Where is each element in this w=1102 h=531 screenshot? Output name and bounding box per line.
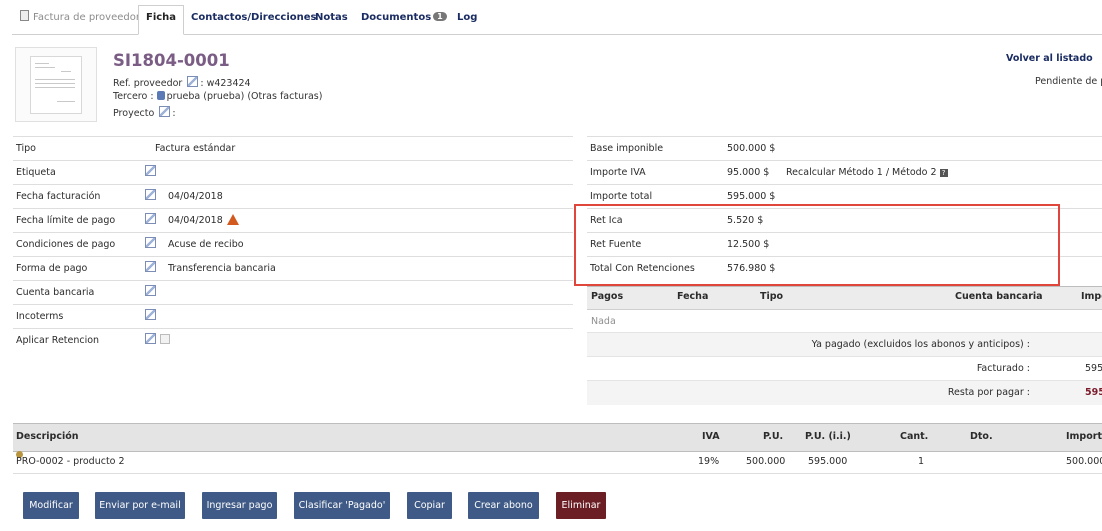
edit-icon[interactable] — [145, 237, 156, 248]
tab-contactos[interactable]: Contactos/Direcciones — [191, 6, 317, 32]
tab-factura-proveedor[interactable]: Factura de proveedor — [20, 6, 140, 32]
tab-log[interactable]: Log — [457, 6, 477, 32]
ref-proveedor: Ref. proveedor : w423424 — [113, 76, 251, 89]
edit-icon[interactable] — [145, 261, 156, 272]
tab-notas[interactable]: Notas — [315, 6, 348, 32]
field-row-tipo: Tipo Factura estándar — [13, 136, 573, 161]
tercero-link[interactable]: prueba (prueba) — [167, 91, 245, 102]
enviar-email-button[interactable]: Enviar por e-mail — [95, 492, 185, 519]
document-thumbnail[interactable] — [15, 47, 97, 122]
edit-icon[interactable] — [159, 106, 171, 117]
resta-por-pagar-row: Resta por pagar : 595.000 — [587, 380, 1102, 405]
amount-base-imponible: Base imponible 500.000 $ — [587, 136, 1102, 161]
help-icon[interactable]: ? — [939, 169, 948, 177]
field-row-cuenta-bancaria: Cuenta bancaria — [13, 280, 573, 305]
edit-icon[interactable] — [145, 333, 156, 344]
payments-header: Pagos Fecha Tipo Cuenta bancaria Importe — [587, 286, 1102, 310]
status-text: Pendiente de pago — [1035, 76, 1102, 87]
lines-table-header: Descripción IVA P.U. P.U. (i.i.) Cant. D… — [13, 423, 1102, 452]
documents-count-badge: 1 — [433, 12, 447, 21]
payments-empty: Nada — [591, 316, 616, 327]
copiar-button[interactable]: Copiar — [407, 492, 452, 519]
edit-icon[interactable] — [145, 309, 156, 320]
company-icon — [156, 91, 165, 100]
invoice-ref: SI1804-0001 — [113, 51, 230, 70]
eliminar-button[interactable]: Eliminar — [556, 492, 606, 519]
field-row-forma-pago: Forma de pago Transferencia bancaria — [13, 256, 573, 281]
edit-icon[interactable] — [145, 165, 156, 176]
edit-icon[interactable] — [187, 76, 199, 87]
field-row-fecha-facturacion: Fecha facturación 04/04/2018 — [13, 184, 573, 209]
tab-bar: Factura de proveedor Ficha Contactos/Dir… — [12, 0, 1102, 35]
field-row-condiciones-pago: Condiciones de pago Acuse de recibo — [13, 232, 573, 257]
ya-pagado-row: Ya pagado (excluidos los abonos y antici… — [587, 332, 1102, 357]
page-preview — [30, 56, 82, 114]
facturado-row: Facturado : 595.000 — [587, 356, 1102, 381]
crear-abono-button[interactable]: Crear abono — [468, 492, 539, 519]
tercero: Tercero : prueba (prueba) (Otras factura… — [113, 91, 323, 102]
document-icon — [20, 10, 29, 21]
field-row-fecha-limite: Fecha límite de pago 04/04/2018 — [13, 208, 573, 233]
table-row[interactable]: PRO-0002 - producto 2 19% 500.000 595.00… — [13, 451, 1102, 474]
proyecto: Proyecto : — [113, 106, 176, 119]
recalcular-link[interactable]: Recalcular Método 1 / Método 2 — [786, 167, 937, 178]
edit-icon[interactable] — [145, 285, 156, 296]
tab-documentos[interactable]: Documentos 1 — [361, 6, 447, 32]
back-to-list-link[interactable]: Volver al listado — [1006, 53, 1093, 64]
retencion-checkbox[interactable] — [160, 334, 170, 344]
edit-icon[interactable] — [145, 213, 156, 224]
field-row-aplicar-retencion: Aplicar Retencion — [13, 328, 573, 353]
amount-importe-iva: Importe IVA 95.000 $ Recalcular Método 1… — [587, 160, 1102, 185]
warning-icon — [226, 214, 239, 225]
ingresar-pago-button[interactable]: Ingresar pago — [202, 492, 277, 519]
clasificar-pagado-button[interactable]: Clasificar 'Pagado' — [294, 492, 390, 519]
retenciones-highlight-box — [574, 204, 1060, 286]
edit-icon[interactable] — [145, 189, 156, 200]
modificar-button[interactable]: Modificar — [23, 492, 79, 519]
field-row-etiqueta: Etiqueta — [13, 160, 573, 185]
tab-ficha[interactable]: Ficha — [138, 5, 185, 35]
field-row-incoterms: Incoterms — [13, 304, 573, 329]
otras-facturas-link[interactable]: (Otras facturas) — [247, 91, 322, 102]
